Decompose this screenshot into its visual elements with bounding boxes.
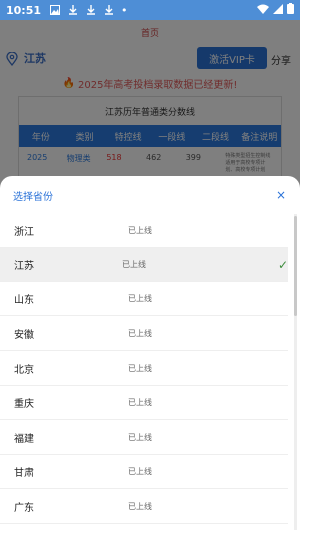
notification-dot-icon: • (121, 3, 128, 17)
province-name: 山东 (14, 295, 34, 306)
signal-icon (273, 3, 283, 17)
province-name: 江苏 (14, 261, 34, 272)
province-name: 北京 (14, 365, 34, 376)
sheet-title: 选择省份 (13, 191, 53, 203)
province-status: 已上线 (128, 502, 152, 511)
province-name: 重庆 (14, 399, 34, 410)
download-icon (103, 4, 115, 16)
province-item-fujian[interactable]: 福建 已上线 (0, 421, 288, 455)
province-item-gansu[interactable]: 甘肃 已上线 (0, 455, 288, 489)
download-icon (85, 4, 97, 16)
download-icon (67, 4, 79, 16)
province-status: 已上线 (128, 433, 152, 442)
sheet-header: 选择省份 × (0, 176, 300, 214)
province-name: 甘肃 (14, 468, 34, 479)
province-item-chongqing[interactable]: 重庆 已上线 (0, 386, 288, 420)
province-item-jiangsu[interactable]: 江苏 已上线 ✓ (0, 248, 288, 282)
province-status: 已上线 (128, 294, 152, 303)
province-name: 安徽 (14, 330, 34, 341)
province-item-anhui[interactable]: 安徽 已上线 (0, 317, 288, 351)
province-status: 已上线 (128, 364, 152, 373)
province-item-guangdong[interactable]: 广东 已上线 (0, 490, 288, 524)
close-icon[interactable]: × (276, 188, 286, 202)
province-name: 福建 (14, 434, 34, 445)
province-name: 浙江 (14, 227, 34, 238)
province-picker-sheet: 选择省份 × 浙江 已上线 江苏 已上线 ✓ 山东 已上线 安徽 已上线 北京 … (0, 176, 300, 533)
wifi-icon (257, 4, 269, 17)
province-status: 已上线 (128, 226, 152, 235)
image-icon (49, 4, 61, 16)
battery-icon (287, 3, 294, 17)
status-bar: 10:51 • (0, 0, 300, 20)
province-status: 已上线 (122, 260, 146, 269)
province-status: 已上线 (128, 398, 152, 407)
province-item-zhejiang[interactable]: 浙江 已上线 (0, 214, 288, 248)
province-item-shandong[interactable]: 山东 已上线 (0, 282, 288, 316)
province-item-beijing[interactable]: 北京 已上线 (0, 352, 288, 386)
province-status: 已上线 (128, 329, 152, 338)
checkmark-icon: ✓ (277, 257, 288, 272)
province-status: 已上线 (128, 467, 152, 476)
scrollbar-thumb[interactable] (294, 216, 297, 316)
status-time: 10:51 (6, 3, 42, 17)
province-name: 广东 (14, 503, 34, 514)
